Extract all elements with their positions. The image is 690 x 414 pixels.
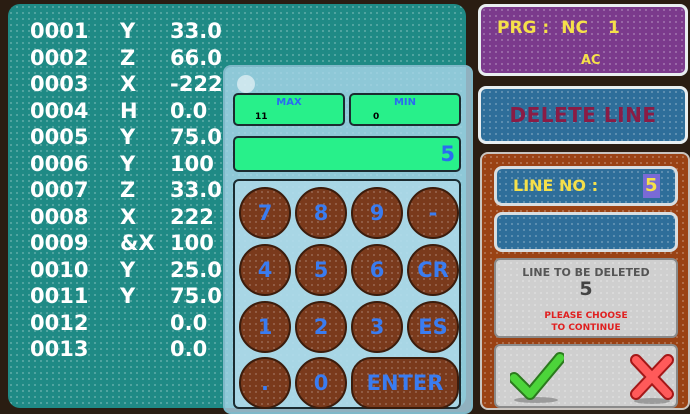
line-axis: X [120,72,137,96]
program-header: PRG : NC 1 AC [478,4,688,76]
min-label: MIN [393,97,417,108]
line-value: 0.0 [170,310,208,335]
line-number: 0013 [30,337,89,361]
key-8[interactable]: 8 [295,187,347,239]
line-axis: &X [120,231,155,255]
delete-line-panel: LINE NO : 5 LINE TO BE DELETED 5 PLEASE … [480,152,690,410]
keypad-keys: 7 8 9 - 4 5 6 CR 1 2 3 ES . 0 ENTER [233,179,461,409]
key-enter[interactable]: ENTER [351,357,459,409]
key-6[interactable]: 6 [351,244,403,296]
max-label: MAX [276,97,302,108]
line-axis: Y [120,257,136,282]
program-header-line: PRG : NC 1 [497,18,632,38]
max-limit-box: MAX 11 [233,93,345,126]
line-number: 0004 [30,98,89,123]
delete-line-button[interactable]: DELETE LINE [478,86,688,144]
key-4[interactable]: 4 [239,244,291,296]
line-value: 0.0 [170,337,208,361]
line-number: 0011 [30,284,89,308]
line-value: 75.0 [170,125,222,149]
line-number: 0008 [30,204,89,229]
line-value: 33.0 [170,178,222,202]
line-number-value: 5 [643,174,660,198]
program-sub-label: AC [581,53,601,68]
line-axis: Y [120,284,136,308]
line-value: 100 [170,231,214,255]
key-7[interactable]: 7 [239,187,291,239]
action-buttons [494,344,678,408]
confirm-hint-line1: PLEASE CHOOSE [544,311,628,321]
line-axis: Z [120,178,136,202]
line-number: 0010 [30,257,89,282]
prg-label: PRG : [497,18,550,38]
cross-icon [630,354,674,404]
key-0[interactable]: 0 [295,357,347,409]
line-value: 33.0 [170,19,222,43]
entry-value: 5 [440,142,455,166]
key-dot[interactable]: . [239,357,291,409]
nc-label: NC [561,18,588,38]
line-axis: Y [120,19,136,43]
line-axis: Z [120,45,136,70]
numeric-keypad: MAX 11 MIN 0 5 7 8 9 - 4 5 6 CR 1 2 3 ES… [223,65,473,414]
line-number: 0003 [30,72,89,96]
keypad-entry-field[interactable]: 5 [233,136,461,172]
line-number: 0005 [30,125,89,149]
line-number: 0006 [30,151,89,176]
keypad-drag-handle[interactable] [237,75,255,93]
key-9[interactable]: 9 [351,187,403,239]
line-value: 25.0 [170,257,222,282]
line-axis: Y [120,125,136,149]
delete-confirmation: LINE TO BE DELETED 5 PLEASE CHOOSE TO CO… [494,258,678,338]
confirm-button[interactable] [508,350,566,404]
line-axis: X [120,204,137,229]
line-axis: Y [120,151,136,176]
blank-field [494,212,678,252]
line-value: 222 [170,204,214,229]
line-number: 0002 [30,45,89,70]
line-number: 0007 [30,178,89,202]
key-3[interactable]: 3 [351,301,403,353]
cancel-button[interactable] [630,354,674,404]
key-dash[interactable]: - [407,187,459,239]
line-number: 0001 [30,19,89,43]
key-1[interactable]: 1 [239,301,291,353]
min-limit-box: MIN 0 [349,93,461,126]
key-5[interactable]: 5 [295,244,347,296]
line-number: 0012 [30,310,89,335]
key-es[interactable]: ES [407,301,459,353]
line-number-field[interactable]: LINE NO : 5 [494,166,678,206]
key-cr[interactable]: CR [407,244,459,296]
checkmark-icon [508,352,566,403]
line-value: 0.0 [170,98,208,123]
line-value: 66.0 [170,45,222,70]
key-2[interactable]: 2 [295,301,347,353]
line-value: 75.0 [170,284,222,308]
min-value: 0 [373,112,380,122]
confirm-hint-line2: TO CONTINUE [551,323,621,333]
line-value: -222 [170,72,223,96]
confirm-hint: PLEASE CHOOSE TO CONTINUE [496,310,676,334]
confirm-value: 5 [579,278,593,300]
line-axis: H [120,98,138,123]
line-number: 0009 [30,231,89,255]
max-value: 11 [255,112,268,122]
program-number: 1 [607,18,620,38]
line-value: 100 [170,151,214,176]
line-number-label: LINE NO : [513,176,598,195]
